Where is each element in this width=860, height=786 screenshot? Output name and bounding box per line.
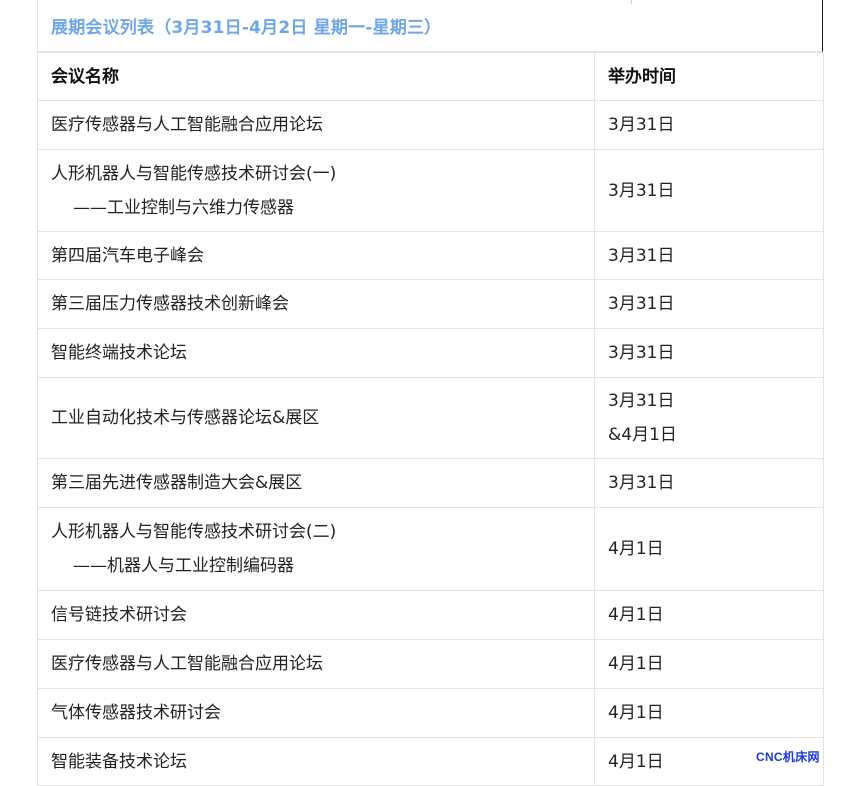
table-row: 气体传感器技术研讨会 4月1日 <box>37 688 824 738</box>
section-title: 展期会议列表（3月31日-4月2日 星期一-星期三） <box>37 0 823 52</box>
meeting-date: 3月31日 <box>608 245 675 266</box>
meeting-date-cell: 3月31日 <box>594 100 824 150</box>
meeting-date: 3月31日 <box>608 343 675 363</box>
meeting-date: 3月31日 <box>608 180 675 201</box>
meeting-name: 气体传感器技术研讨会 <box>51 703 221 723</box>
table-row: 人形机器人与智能传感技术研讨会(一) ——工业控制与六维力传感器 3月31日 <box>37 149 824 232</box>
meeting-name: 人形机器人与智能传感技术研讨会(二) <box>51 522 337 542</box>
meeting-date-cell: 3月31日 &4月1日 <box>594 377 824 459</box>
meeting-subtitle: ——工业控制与六维力传感器 <box>73 197 294 218</box>
meeting-name-cell: 人形机器人与智能传感技术研讨会(一) ——工业控制与六维力传感器 <box>37 149 595 232</box>
meeting-name-cell: 智能装备技术论坛 <box>37 737 595 786</box>
site-watermark: CNC机床网 <box>756 750 820 764</box>
meeting-date-cell: 4月1日 <box>594 590 824 640</box>
meeting-name-cell: 医疗传感器与人工智能融合应用论坛 <box>37 639 595 689</box>
meeting-date: 3月31日 <box>608 391 675 411</box>
meeting-date-cell: 3月31日 <box>594 458 824 508</box>
meeting-name-cell: 信号链技术研讨会 <box>37 590 595 640</box>
table-row: 第三届先进传感器制造大会&展区 3月31日 <box>37 458 824 508</box>
meeting-date-cell: 4月1日 <box>594 639 824 689</box>
meeting-name-cell: 智能终端技术论坛 <box>37 328 595 378</box>
meeting-date: 4月1日 <box>608 605 664 625</box>
table-row: 医疗传感器与人工智能融合应用论坛 3月31日 <box>37 100 824 150</box>
table-body: 医疗传感器与人工智能融合应用论坛 3月31日 人形机器人与智能传感技术研讨会(一) —… <box>37 100 824 786</box>
top-divider-tick <box>631 0 632 4</box>
meeting-name: 第四届汽车电子峰会 <box>51 245 204 266</box>
meeting-name-cell: 第三届压力传感器技术创新峰会 <box>37 279 595 329</box>
meeting-name: 信号链技术研讨会 <box>51 605 187 625</box>
meeting-subtitle: ——机器人与工业控制编码器 <box>73 556 294 576</box>
meeting-date: 3月31日 <box>608 473 675 493</box>
table-row: 医疗传感器与人工智能融合应用论坛 4月1日 <box>37 639 824 689</box>
table-row: 第三届压力传感器技术创新峰会 3月31日 <box>37 279 824 329</box>
section-title-text: 展期会议列表（3月31日-4月2日 星期一-星期三） <box>51 18 442 38</box>
meeting-name-cell: 工业自动化技术与传感器论坛&展区 <box>37 377 595 459</box>
table-row: 信号链技术研讨会 4月1日 <box>37 590 824 640</box>
meeting-date: 4月1日 <box>608 539 664 559</box>
meeting-date-cell: 4月1日 <box>594 688 824 738</box>
meeting-name: 智能装备技术论坛 <box>51 751 187 772</box>
meeting-table: 会议名称 举办时间 医疗传感器与人工智能融合应用论坛 3月31日 人形机器人与智能传… <box>37 52 824 786</box>
meeting-date-cell: 3月31日 <box>594 149 824 232</box>
meeting-date-cell: 4月1日 <box>594 507 824 591</box>
meeting-date-extra: &4月1日 <box>608 425 677 445</box>
table-row: 人形机器人与智能传感技术研讨会(二) ——机器人与工业控制编码器 4月1日 <box>37 507 824 591</box>
meeting-name: 第三届压力传感器技术创新峰会 <box>51 294 289 314</box>
meeting-name-cell: 医疗传感器与人工智能融合应用论坛 <box>37 100 595 150</box>
meeting-name-cell: 第三届先进传感器制造大会&展区 <box>37 458 595 508</box>
table-header-row: 会议名称 举办时间 <box>37 52 824 101</box>
meeting-name: 医疗传感器与人工智能融合应用论坛 <box>51 654 323 674</box>
meeting-date: 4月1日 <box>608 703 664 723</box>
meeting-name: 人形机器人与智能传感技术研讨会(一) <box>51 163 337 184</box>
meeting-name-cell: 气体传感器技术研讨会 <box>37 688 595 738</box>
meeting-date: 3月31日 <box>608 115 675 135</box>
table-row: 智能装备技术论坛 4月1日 <box>37 737 824 786</box>
meeting-date-cell: 3月31日 <box>594 279 824 329</box>
table-row: 工业自动化技术与传感器论坛&展区 3月31日 &4月1日 <box>37 377 824 459</box>
meeting-date-cell: 3月31日 <box>594 231 824 280</box>
meeting-date: 3月31日 <box>608 294 675 314</box>
table-row: 智能终端技术论坛 3月31日 <box>37 328 824 378</box>
meeting-name: 第三届先进传感器制造大会&展区 <box>51 473 303 493</box>
column-header-date: 举办时间 <box>594 52 824 101</box>
meeting-name-cell: 人形机器人与智能传感技术研讨会(二) ——机器人与工业控制编码器 <box>37 507 595 591</box>
meeting-date: 4月1日 <box>608 654 664 674</box>
meeting-list-section: 展期会议列表（3月31日-4月2日 星期一-星期三） 会议名称 举办时间 医疗传… <box>37 0 824 786</box>
column-header-name: 会议名称 <box>37 52 595 101</box>
meeting-name: 医疗传感器与人工智能融合应用论坛 <box>51 115 323 135</box>
meeting-name: 智能终端技术论坛 <box>51 343 187 363</box>
table-row: 第四届汽车电子峰会 3月31日 <box>37 231 824 280</box>
meeting-date-cell: 3月31日 <box>594 328 824 378</box>
meeting-name: 工业自动化技术与传感器论坛&展区 <box>51 408 320 428</box>
meeting-name-cell: 第四届汽车电子峰会 <box>37 231 595 280</box>
